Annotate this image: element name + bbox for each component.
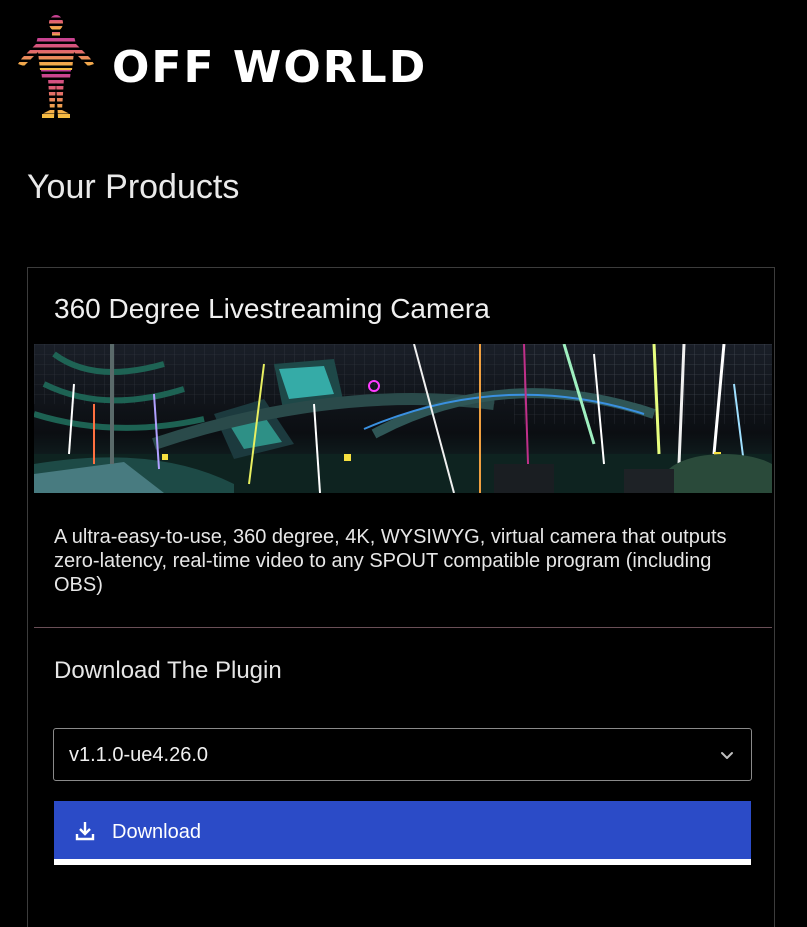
brand-wordmark[interactable]: OFF WORLD — [112, 40, 427, 96]
download-button[interactable]: Download — [54, 801, 751, 865]
download-icon — [75, 822, 95, 841]
section-divider — [34, 627, 772, 628]
product-title: 360 Degree Livestreaming Camera — [54, 293, 490, 324]
chevron-down-icon — [721, 752, 733, 759]
download-button-label: Download — [112, 821, 201, 843]
site-header: OFF WORLD — [0, 0, 807, 130]
product-description: A ultra-easy-to-use, 360 degree, 4K, WYS… — [54, 526, 727, 596]
version-select-value: v1.1.0-ue4.26.0 — [69, 744, 208, 766]
download-section-title: Download The Plugin — [54, 657, 282, 684]
product-card: 360 Degree Livestreaming Camera A ultra-… — [27, 267, 775, 927]
page-title: Your Products — [27, 168, 240, 206]
human-figure-icon — [18, 15, 94, 118]
product-banner-image — [34, 344, 772, 493]
version-select[interactable]: v1.1.0-ue4.26.0 — [53, 728, 752, 781]
